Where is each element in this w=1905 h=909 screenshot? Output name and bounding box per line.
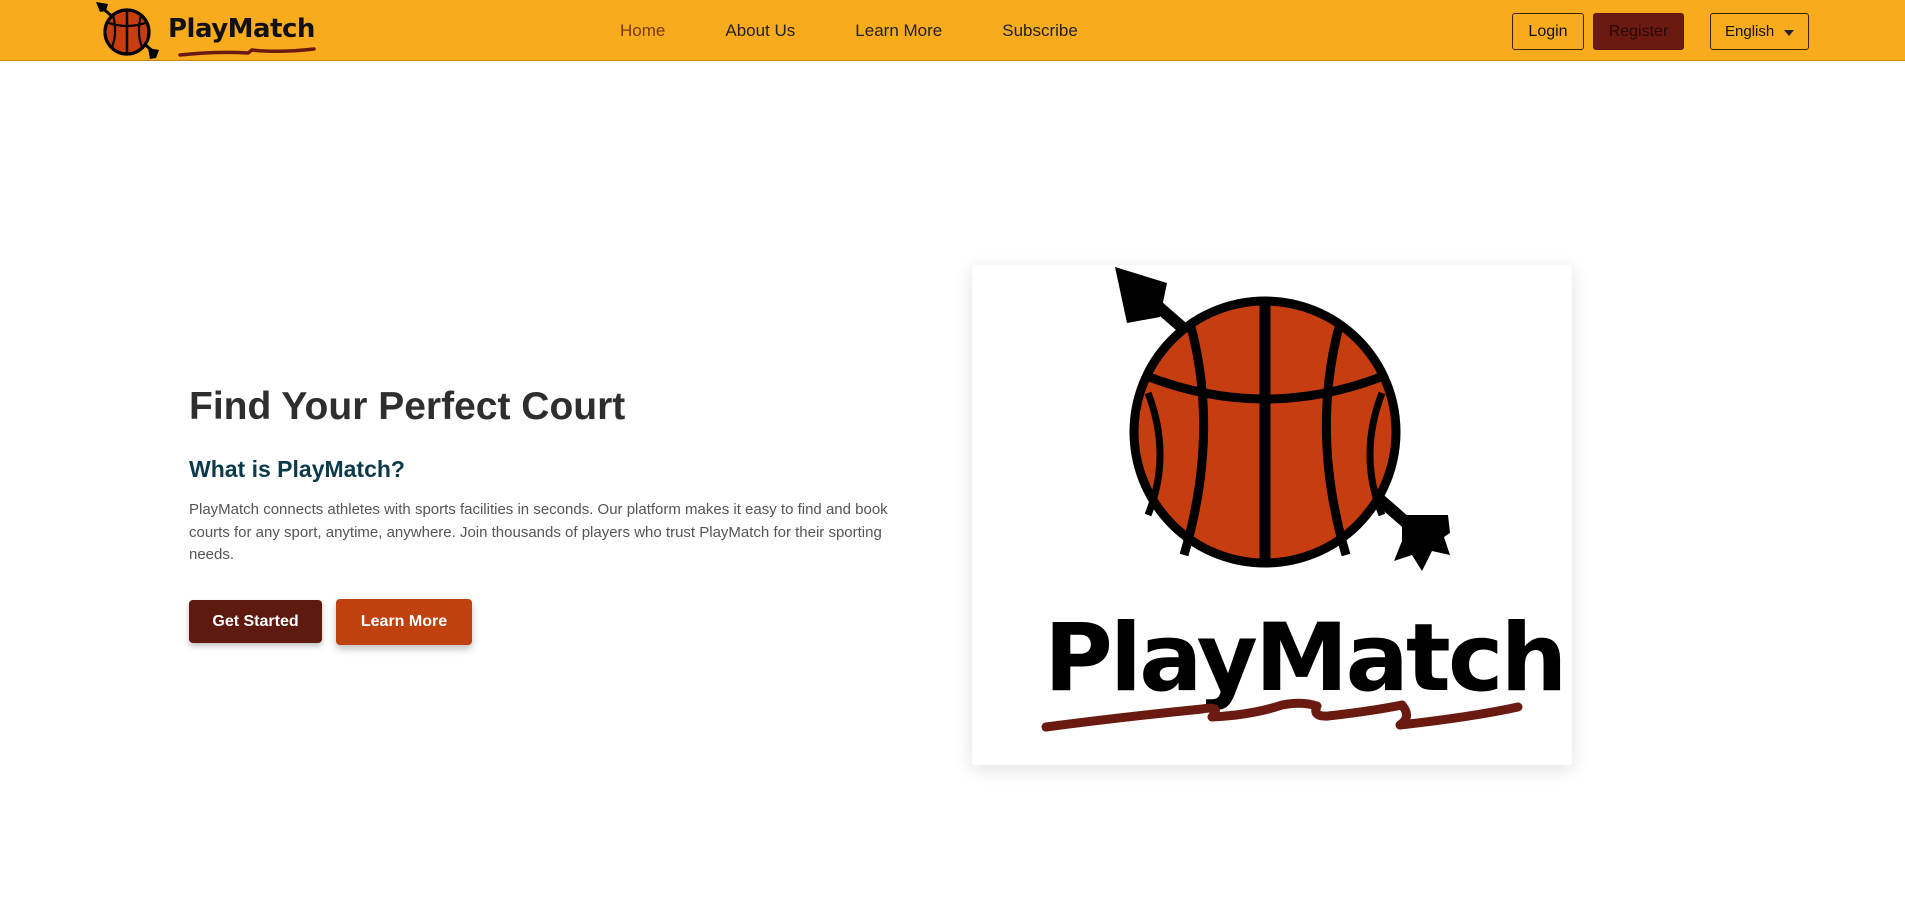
logo-wordmark: PlayMatch: [1044, 604, 1564, 713]
brand-underline-swoosh: [178, 47, 316, 57]
learn-more-button[interactable]: Learn More: [336, 599, 472, 645]
hero-image-card: PlayMatch: [972, 265, 1572, 765]
nav-link-about-us[interactable]: About Us: [725, 21, 795, 41]
language-selected-value: English: [1725, 23, 1775, 40]
playmatch-logo-image: PlayMatch: [1041, 267, 1567, 732]
nav-link-home[interactable]: Home: [620, 21, 665, 41]
arrow-fletching-icon: [1394, 515, 1450, 571]
hero-description: PlayMatch connects athletes with sports …: [189, 501, 888, 563]
get-started-button[interactable]: Get Started: [189, 600, 322, 643]
nav-link-subscribe[interactable]: Subscribe: [1002, 21, 1078, 41]
nav-link-learn-more[interactable]: Learn More: [855, 21, 942, 41]
register-button[interactable]: Register: [1593, 13, 1684, 50]
brand-home-link[interactable]: PlayMatch: [96, 2, 316, 59]
basketball-arrow-icon: [96, 2, 159, 59]
hero-subtitle: What is PlayMatch?: [189, 456, 405, 482]
top-navbar: PlayMatch Home About Us Learn More Subsc…: [0, 0, 1905, 61]
login-button[interactable]: Login: [1512, 13, 1584, 50]
main-nav: Home About Us Learn More Subscribe: [620, 0, 1138, 61]
chevron-down-icon: [1784, 30, 1794, 36]
language-select[interactable]: English: [1710, 13, 1809, 50]
brand-name: PlayMatch: [168, 14, 315, 44]
hero-title: Find Your Perfect Court: [189, 385, 626, 428]
arrow-head-icon: [1115, 267, 1167, 323]
